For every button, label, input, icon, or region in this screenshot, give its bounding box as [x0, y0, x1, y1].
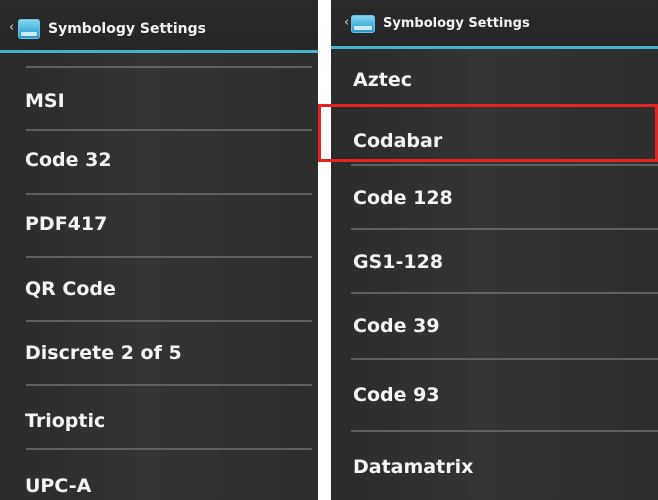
list-item-label: GS1-128	[353, 251, 444, 273]
app-icon[interactable]	[351, 15, 375, 33]
app-icon[interactable]	[18, 19, 40, 39]
action-bar: ‹ Symbology Settings	[331, 0, 658, 49]
comparison-stage: ‹ Symbology Settings MSI Code 32 PDF417 …	[0, 0, 658, 500]
list-item-label: Code 32	[25, 149, 112, 171]
list-item-label: Code 93	[353, 384, 440, 406]
list-item-label: Datamatrix	[353, 456, 474, 478]
list-item-label: Discrete 2 of 5	[25, 342, 182, 364]
list-item-pdf417[interactable]: PDF417	[0, 195, 318, 257]
page-title: Symbology Settings	[48, 21, 206, 37]
list-item-datamatrix[interactable]: Datamatrix	[331, 432, 658, 500]
list-item-msi[interactable]: MSI	[0, 68, 318, 130]
action-bar: ‹ Symbology Settings	[0, 0, 318, 53]
list-item-label: UPC-A	[25, 475, 92, 497]
list-item-qr-code[interactable]: QR Code	[0, 258, 318, 320]
list-item-code-32[interactable]: Code 32	[0, 131, 318, 193]
list-item-codabar[interactable]: Codabar	[331, 106, 658, 164]
back-caret-icon[interactable]: ‹	[9, 21, 14, 34]
list-item-aztec[interactable]: Aztec	[331, 49, 658, 104]
right-screen: ‹ Symbology Settings Aztec Codabar Code …	[331, 0, 658, 500]
list-item-label: Aztec	[353, 69, 412, 91]
list-item-label: MSI	[25, 90, 65, 112]
list-item-code-39[interactable]: Code 39	[331, 294, 658, 358]
list-item-gs1-128[interactable]: GS1-128	[331, 230, 658, 292]
back-caret-icon[interactable]: ‹	[344, 16, 349, 29]
list-item-trioptic[interactable]: Trioptic	[0, 386, 318, 448]
separator	[318, 0, 331, 500]
page-title: Symbology Settings	[383, 16, 530, 31]
list-item-discrete-2-of-5[interactable]: Discrete 2 of 5	[0, 322, 318, 384]
list-item-code-93[interactable]: Code 93	[331, 360, 658, 430]
list-item-label: PDF417	[25, 213, 108, 235]
list-item-upc-a[interactable]: UPC-A	[0, 450, 318, 500]
list-item-label: Code 128	[353, 187, 453, 209]
list-item-label: QR Code	[25, 278, 116, 300]
list-item-code-128[interactable]: Code 128	[331, 166, 658, 228]
list-item-label: Codabar	[353, 130, 443, 152]
left-screen: ‹ Symbology Settings MSI Code 32 PDF417 …	[0, 0, 318, 500]
list-item-label: Trioptic	[25, 410, 106, 432]
list-item-label: Code 39	[353, 315, 440, 337]
